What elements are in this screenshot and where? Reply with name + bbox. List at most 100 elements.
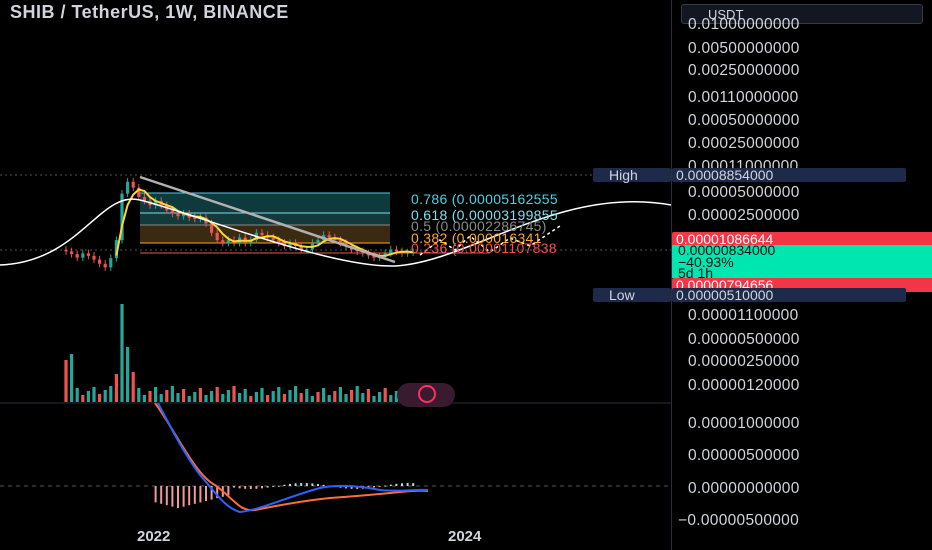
volume-bar <box>165 390 169 402</box>
macd-histogram-bar <box>165 486 168 506</box>
volume-bar <box>243 389 247 402</box>
fib-label-0236: 0.236 (0.00001107838 <box>411 240 557 256</box>
candle-body <box>64 249 68 252</box>
candle-body <box>75 254 79 258</box>
oscillator-tick: −0.00000500000 <box>678 512 800 529</box>
volume-bar <box>294 386 298 402</box>
volume-bar <box>344 394 348 402</box>
macd-histogram-bar <box>389 484 392 486</box>
volume-bar <box>215 387 219 402</box>
volume-bar <box>254 392 258 402</box>
macd-histogram-bar <box>238 486 241 489</box>
volume-bar <box>383 388 387 402</box>
volume-bar <box>204 395 208 402</box>
volume-bar <box>249 396 253 402</box>
candle-body <box>86 253 90 256</box>
macd-histogram-bar <box>261 486 263 489</box>
low-label: Low <box>593 288 671 302</box>
candle-body <box>215 232 219 241</box>
logo-icon <box>418 385 436 403</box>
macd-histogram-bar <box>305 483 308 486</box>
oscillator-tick: 0.00000000000 <box>688 480 800 497</box>
volume-bar <box>366 389 370 402</box>
volume-bar <box>75 388 79 402</box>
volume-bar <box>361 393 365 402</box>
macd-histogram-bar <box>171 486 174 507</box>
candle-body <box>221 240 225 243</box>
fib-zone-0382 <box>140 225 390 243</box>
macd-histogram-bar <box>227 486 230 496</box>
macd-histogram-bar <box>322 484 325 486</box>
macd-histogram-bar <box>317 484 319 486</box>
price-tick: 0.01000000000 <box>688 16 800 33</box>
macd-histogram-bar <box>311 483 314 486</box>
macd-histogram-bar <box>272 486 275 487</box>
macd-histogram-bar <box>233 486 235 488</box>
candle-body <box>193 217 197 219</box>
macd-histogram-bar <box>160 486 163 504</box>
volume-bar <box>182 389 186 402</box>
fib-label-0786: 0.786 (0.00005162555 <box>411 191 558 207</box>
volume-bar <box>187 396 191 402</box>
volume-bar <box>137 388 141 402</box>
volume-bar <box>103 390 107 402</box>
oscillator-tick: 0.00001000000 <box>688 415 800 432</box>
signal-line <box>154 402 429 512</box>
volume-bar <box>350 390 354 402</box>
volume-bar <box>299 393 303 402</box>
macd-histogram-bar <box>412 483 415 486</box>
oscillator-tick: 0.00000500000 <box>688 447 800 464</box>
macd-histogram-bar <box>244 486 247 489</box>
price-tick: 0.00002500000 <box>688 207 800 224</box>
price-change: −40.93% <box>678 253 734 270</box>
price-tick: 0.00000500000 <box>688 331 800 348</box>
volume-bar <box>120 304 124 402</box>
volume-bar <box>338 387 342 402</box>
macd-histogram-bar <box>378 486 381 487</box>
macd-histogram-bar <box>300 483 303 486</box>
candle-body <box>327 235 331 238</box>
high-label: High <box>593 168 671 182</box>
volume-bar <box>159 394 163 402</box>
macd-histogram-bar <box>182 486 185 507</box>
macd-histogram-bar <box>384 485 387 487</box>
volume-bar <box>260 388 264 402</box>
volume-bar <box>148 391 152 402</box>
macd-histogram-bar <box>373 486 375 488</box>
candle-body <box>226 240 230 243</box>
volume-bar <box>327 395 331 402</box>
macd-histogram-bar <box>205 486 207 501</box>
macd-histogram-bar <box>199 486 202 503</box>
volume-bar <box>232 386 236 402</box>
volume-bar <box>126 347 130 402</box>
price-tick: 0.00250000000 <box>688 62 800 79</box>
volume-bar <box>70 354 74 402</box>
volume-bar <box>316 392 320 402</box>
volume-bar <box>92 387 96 402</box>
volume-bar <box>193 392 197 402</box>
volume-bar <box>142 395 146 402</box>
price-tick: 0.00001100000 <box>688 307 799 324</box>
macd-histogram-bar <box>249 486 252 489</box>
price-tick: 0.00025000000 <box>688 135 800 152</box>
time-label-2024: 2024 <box>448 528 482 545</box>
volume-bar <box>277 387 281 402</box>
tradingview-logo[interactable] <box>397 383 455 407</box>
volume-bar <box>176 393 180 402</box>
macd-histogram-bar <box>289 483 291 486</box>
candle-body <box>316 240 320 243</box>
volume-bar <box>114 374 118 402</box>
volume-bar <box>389 395 393 402</box>
volume-bar <box>288 390 292 402</box>
price-tick: 0.00000120000 <box>688 377 800 394</box>
candle-body <box>81 253 85 258</box>
macd-histogram-bar <box>283 484 286 486</box>
macd-histogram-bar <box>154 486 157 503</box>
candle-body <box>109 258 113 268</box>
volume-bar <box>305 389 309 402</box>
candle-body <box>92 255 96 260</box>
chart-title: SHIB / TetherUS, 1W, BINANCE <box>10 2 289 22</box>
candle-body <box>260 232 264 236</box>
volume-bar <box>372 396 376 402</box>
volume-bar <box>109 386 113 402</box>
